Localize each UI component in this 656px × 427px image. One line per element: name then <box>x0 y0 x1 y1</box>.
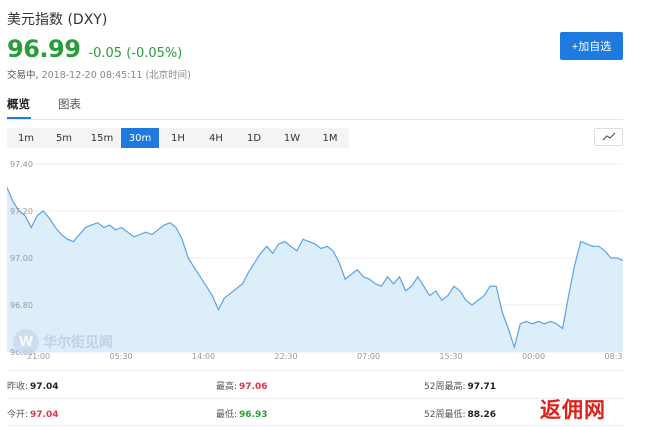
stat-open: 今开: 97.04 <box>7 407 59 420</box>
stat-label: 昨收: <box>7 382 29 392</box>
period-5m[interactable]: 5m <box>45 128 83 148</box>
period-1m[interactable]: 1m <box>7 128 45 148</box>
period-1d[interactable]: 1D <box>235 128 273 148</box>
stat-label: 最低: <box>216 410 238 420</box>
period-1mo[interactable]: 1M <box>311 128 349 148</box>
x-tick-label: 22:30 <box>275 352 298 361</box>
tab-chart[interactable]: 图表 <box>58 96 81 116</box>
x-tick-label: 14:00 <box>192 352 215 361</box>
status-time: 2018-12-20 08:45:11 (北京时间) <box>41 70 191 81</box>
stat-52w-low: 52周最低: 88.26 <box>424 407 496 420</box>
last-price: 96.99 <box>7 35 81 63</box>
watermark-text: 华尔街见闻 <box>43 335 113 351</box>
stat-label: 最高: <box>216 382 238 392</box>
stat-value: 88.26 <box>467 410 496 420</box>
stat-value: 97.04 <box>30 410 59 420</box>
chart-type-button[interactable] <box>594 128 623 146</box>
y-tick-label: 97.40 <box>10 160 33 169</box>
stat-value: 96.93 <box>239 410 268 420</box>
stat-prev-close: 昨收: 97.04 <box>7 379 59 392</box>
tab-bar: 概览 图表 <box>7 96 109 116</box>
price-row: 96.99 -0.05 (-0.05%) <box>7 35 182 63</box>
watermark: W 华尔街见闻 <box>13 329 113 355</box>
x-tick-label: 07:00 <box>357 352 380 361</box>
add-to-watchlist-button[interactable]: +加自选 <box>560 32 623 60</box>
tab-divider <box>7 119 623 120</box>
period-1h[interactable]: 1H <box>159 128 197 148</box>
status-label: 交易中, <box>7 70 39 81</box>
period-15m[interactable]: 15m <box>83 128 121 148</box>
period-4h[interactable]: 4H <box>197 128 235 148</box>
x-tick-label: 08:3 <box>605 352 623 361</box>
y-tick-label: 97.00 <box>10 254 33 263</box>
stat-low: 最低: 96.93 <box>216 407 268 420</box>
y-tick-label: 96.80 <box>10 301 33 310</box>
watermark-logo: W <box>13 329 39 355</box>
stat-value: 97.06 <box>239 382 268 392</box>
stat-high: 最高: 97.06 <box>216 379 268 392</box>
period-30m[interactable]: 30m <box>121 128 159 148</box>
period-1w[interactable]: 1W <box>273 128 311 148</box>
x-tick-label: 15:30 <box>440 352 463 361</box>
stats-row: 昨收: 97.04 最高: 97.06 52周最高: 97.71 <box>7 370 623 398</box>
stat-52w-high: 52周最高: 97.71 <box>424 379 496 392</box>
stat-value: 97.71 <box>467 382 496 392</box>
period-selector: 1m 5m 15m 30m 1H 4H 1D 1W 1M <box>7 128 349 148</box>
stat-label: 52周最高: <box>424 382 466 392</box>
site-brand: 返佣网 <box>540 398 606 422</box>
stat-value: 97.04 <box>30 382 59 392</box>
stat-label: 52周最低: <box>424 410 466 420</box>
trading-status: 交易中, 2018-12-20 08:45:11 (北京时间) <box>7 67 191 81</box>
y-tick-label: 97.20 <box>10 207 33 216</box>
stats-row: 今开: 97.04 最低: 96.93 52周最低: 88.26 <box>7 398 623 426</box>
stats-table: 昨收: 97.04 最高: 97.06 52周最高: 97.71 今开: 97.04 最… <box>7 370 623 426</box>
line-chart-icon <box>602 132 615 141</box>
tab-overview[interactable]: 概览 <box>7 96 30 116</box>
x-tick-label: 00:00 <box>522 352 545 361</box>
price-change: -0.05 (-0.05%) <box>88 46 183 61</box>
chart-area-fill <box>7 187 623 352</box>
instrument-title: 美元指数 (DXY) <box>7 12 108 28</box>
stat-label: 今开: <box>7 410 29 420</box>
